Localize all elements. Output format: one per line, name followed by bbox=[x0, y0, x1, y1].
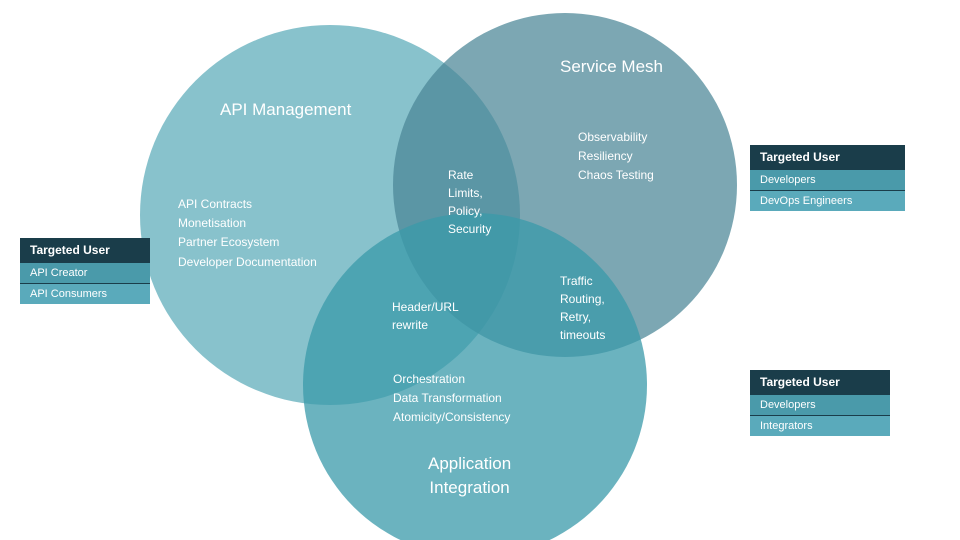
targeted-user-sm-row1: Developers bbox=[750, 169, 905, 190]
targeted-user-api-header: Targeted User bbox=[20, 238, 150, 262]
targeted-user-sm: Targeted User Developers DevOps Engineer… bbox=[750, 145, 905, 211]
targeted-user-ai-row1: Developers bbox=[750, 394, 890, 415]
targeted-user-api-row1: API Creator bbox=[20, 262, 150, 283]
diagram-container: API Management API ContractsMonetisation… bbox=[0, 0, 960, 540]
targeted-user-ai-row2: Integrators bbox=[750, 415, 890, 436]
targeted-user-api-row2: API Consumers bbox=[20, 283, 150, 304]
targeted-user-sm-header: Targeted User bbox=[750, 145, 905, 169]
targeted-user-api: Targeted User API Creator API Consumers bbox=[20, 238, 150, 304]
targeted-user-ai-header: Targeted User bbox=[750, 370, 890, 394]
targeted-user-ai: Targeted User Developers Integrators bbox=[750, 370, 890, 436]
targeted-user-sm-row2: DevOps Engineers bbox=[750, 190, 905, 211]
